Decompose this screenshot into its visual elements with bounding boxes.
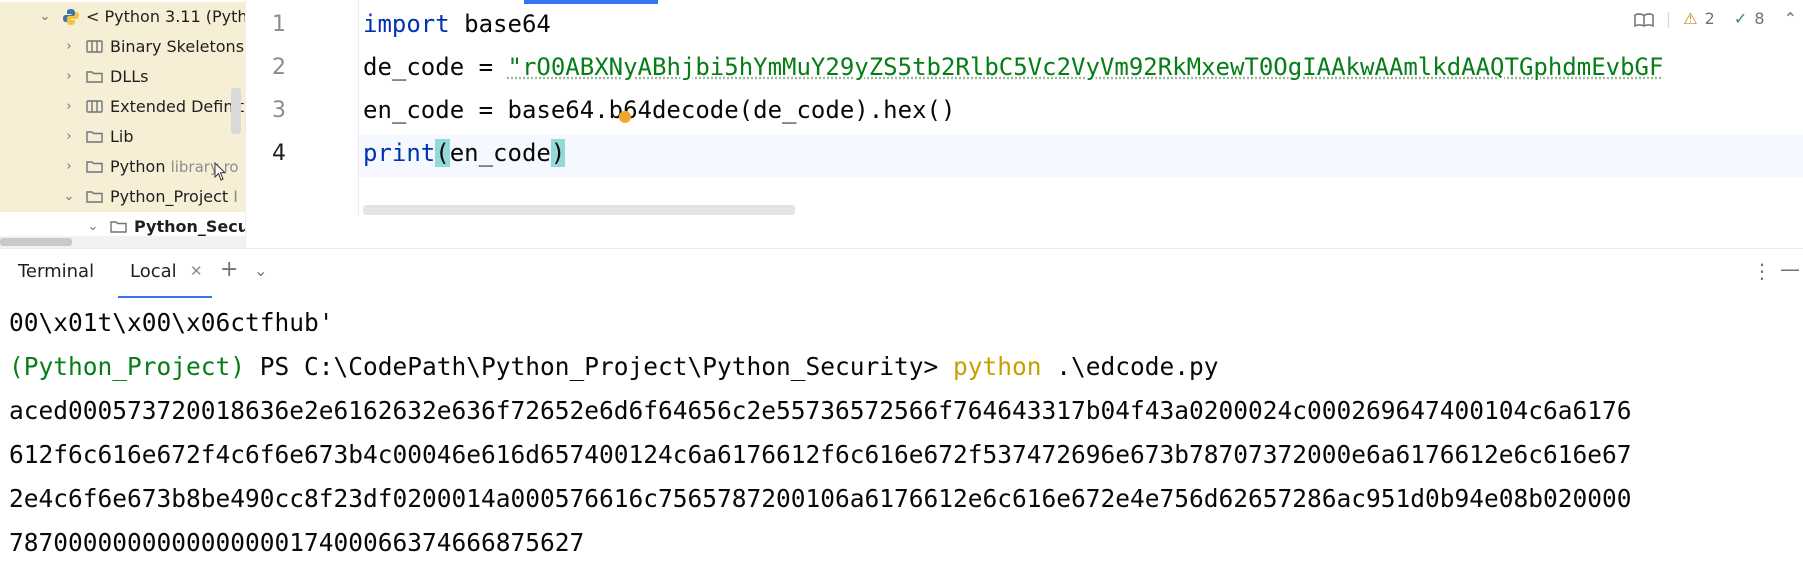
folder-icon xyxy=(86,160,103,173)
chevron-down-icon[interactable]: ⌄ xyxy=(38,2,52,32)
separator: | xyxy=(1666,0,1671,38)
terminal-output[interactable]: 00\x01t\x00\x06ctfhub' (Python_Project) … xyxy=(0,298,1803,563)
chevron-right-icon[interactable]: › xyxy=(62,32,76,62)
line-number: 1 xyxy=(272,12,302,37)
matching-paren: ( xyxy=(435,139,449,167)
code-editor[interactable]: 1 2 3 4 import base64 de_code = "rO0ABXN… xyxy=(245,0,1803,248)
folder-icon xyxy=(110,220,127,233)
library-icon xyxy=(86,40,103,53)
inspection-widget[interactable]: | ⚠ 2 ✓ 8 ⌃ xyxy=(1634,0,1803,38)
warnings-indicator[interactable]: ⚠ 2 xyxy=(1683,0,1722,38)
tree-horizontal-scrollbar[interactable] xyxy=(0,238,72,246)
terminal-toolbar: Terminal Local ✕ + ⌄ ⋮ — xyxy=(0,248,1803,300)
chevron-right-icon[interactable]: › xyxy=(62,122,76,152)
tree-root-label: < Python 3.11 (Pyth xyxy=(86,2,245,32)
tree-item-label: DLLs xyxy=(110,62,148,92)
tree-item-label: Extended Definit xyxy=(110,92,244,122)
tree-root-python-sdk[interactable]: ⌄ < Python 3.11 (Pyth xyxy=(0,2,245,32)
code-text: de_code = xyxy=(363,53,508,81)
terminal-prompt-line: (Python_Project) PS C:\CodePath\Python_P… xyxy=(9,352,1219,381)
add-tab-icon[interactable]: + xyxy=(220,257,238,282)
folder-icon xyxy=(86,130,103,143)
line-number-gutter: 1 2 3 4 xyxy=(246,0,359,216)
keyword-import: import xyxy=(363,10,450,38)
folder-icon xyxy=(86,190,103,203)
library-icon xyxy=(86,100,103,113)
code-text: base64 xyxy=(450,10,551,38)
command: python xyxy=(953,352,1042,381)
lightbulb-icon[interactable]: ● xyxy=(618,106,632,125)
prompt-path: PS C:\CodePath\Python_Project\Python_Sec… xyxy=(245,352,953,381)
project-tree: ⌄ < Python 3.11 (Pyth › Binary Skeletons… xyxy=(0,0,245,248)
chevron-down-icon[interactable]: ⌄ xyxy=(62,182,76,212)
chevron-right-icon[interactable]: › xyxy=(62,92,76,122)
builtin-print: print xyxy=(363,139,435,167)
folder-icon xyxy=(86,70,103,83)
mouse-cursor-icon xyxy=(214,162,228,182)
terminal-line: aced000573720018636e2e6162632e636f72652e… xyxy=(9,396,1632,425)
line-number: 2 xyxy=(272,55,302,80)
minimize-icon[interactable]: — xyxy=(1780,257,1800,281)
tree-item-dlls[interactable]: › DLLs xyxy=(0,62,245,92)
line-number-current: 4 xyxy=(272,141,302,166)
code-line-2[interactable]: de_code = "rO0ABXNyABhjbi5hYmMuY29yZS5tb… xyxy=(363,53,1663,81)
more-options-icon[interactable]: ⋮ xyxy=(1752,259,1772,283)
warnings-count: 2 xyxy=(1705,0,1715,38)
terminal-line: 00\x01t\x00\x06ctfhub' xyxy=(9,308,334,337)
command-args: .\edcode.py xyxy=(1042,352,1219,381)
ok-indicator[interactable]: ✓ 8 xyxy=(1734,0,1772,38)
tree-item-python-project[interactable]: ⌄ Python_Project I xyxy=(0,182,245,212)
tree-item-python-library-root[interactable]: › Python library ro xyxy=(0,152,245,182)
tree-item-hint: library ro xyxy=(171,158,239,176)
tree-item-hint: I xyxy=(233,187,238,206)
terminal-title: Terminal xyxy=(18,261,94,282)
close-icon[interactable]: ✕ xyxy=(190,262,203,280)
tree-vertical-scrollbar[interactable] xyxy=(231,88,241,134)
line-number: 3 xyxy=(272,98,302,123)
code-line-3[interactable]: en_code = base64.b64decode(de_code).hex(… xyxy=(363,96,955,124)
python-icon xyxy=(62,8,80,26)
tree-item-extended-definitions[interactable]: › Extended Definit xyxy=(0,92,245,122)
editor-horizontal-scrollbar[interactable] xyxy=(363,205,795,215)
terminal-line: 2e4c6f6e673b8be490cc8f23df0200014a000576… xyxy=(9,484,1632,513)
reader-mode-icon[interactable] xyxy=(1634,0,1654,38)
chevron-right-icon[interactable]: › xyxy=(62,62,76,92)
code-line-1[interactable]: import base64 xyxy=(363,10,551,38)
venv-label: (Python_Project) xyxy=(9,352,245,381)
tree-item-lib[interactable]: › Lib xyxy=(0,122,245,152)
matching-paren: ) xyxy=(551,139,565,167)
chevron-up-icon[interactable]: ⌃ xyxy=(1784,0,1797,38)
terminal-tab-label: Local xyxy=(130,261,177,282)
tree-item-binary-skeletons[interactable]: › Binary Skeletons xyxy=(0,32,245,62)
tree-item-label: Python_Project I xyxy=(110,182,238,212)
code-line-4[interactable]: print(en_code) xyxy=(363,139,565,167)
ok-count: 8 xyxy=(1754,0,1764,38)
terminal-line: 612f6c616e672f4c6f6e673b4c00046e616d6574… xyxy=(9,440,1632,469)
active-file-tab-indicator xyxy=(524,0,658,4)
checkmark-icon: ✓ xyxy=(1734,0,1747,38)
code-text: en_code xyxy=(450,139,551,167)
tree-item-label: Lib xyxy=(110,122,134,152)
current-line-highlight xyxy=(359,135,1803,177)
warning-icon: ⚠ xyxy=(1683,0,1697,38)
terminal-tab-local[interactable]: Local ✕ xyxy=(118,249,212,299)
string-literal: "rO0ABXNyABhjbi5hYmMuY29yZS5tb2RlbC5Vc2V… xyxy=(508,53,1664,81)
tree-item-label: Binary Skeletons xyxy=(110,32,244,62)
chevron-right-icon[interactable]: › xyxy=(62,152,76,182)
terminal-line: 787000000000000000017400066374666875627 xyxy=(9,528,584,557)
chevron-down-icon[interactable]: ⌄ xyxy=(254,261,267,280)
